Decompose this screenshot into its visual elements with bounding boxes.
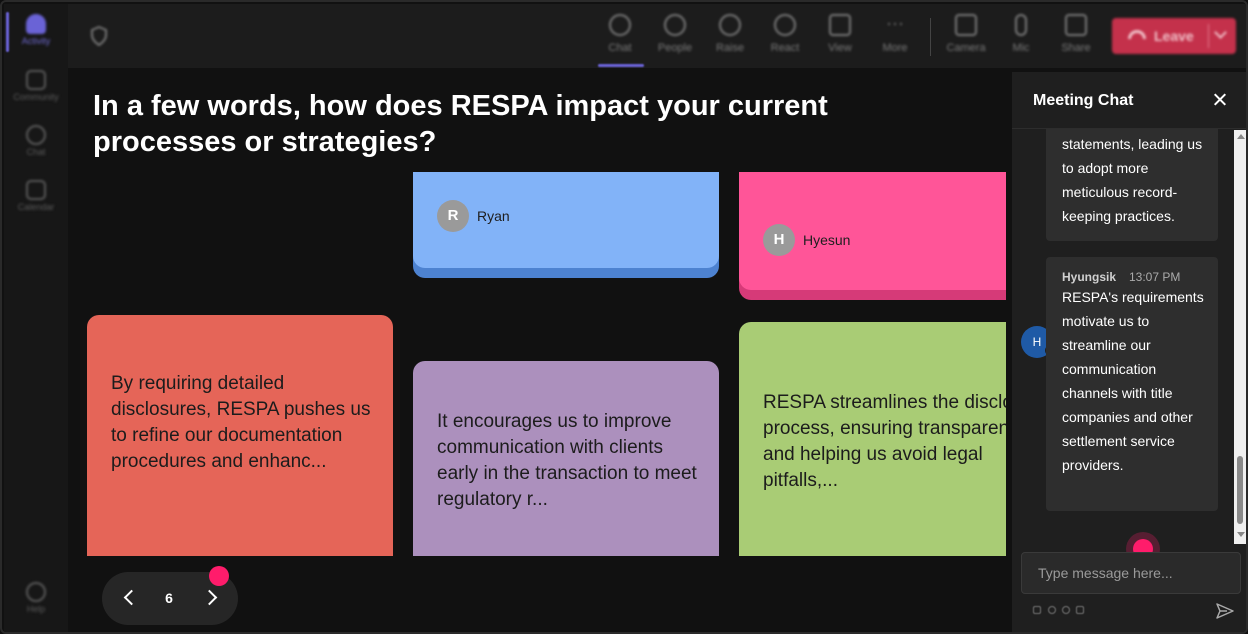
rail-item-calendar[interactable]: Calendar [4,180,68,212]
avatar: R [437,200,469,232]
chat-message-text: statements, leading us to adopt more met… [1062,136,1203,224]
chat-icon [609,14,631,36]
pointer-indicator [209,566,229,586]
rail-item-activity[interactable]: Activity [4,14,68,46]
scroll-up-arrow-icon[interactable] [1237,134,1245,139]
rail-item-help[interactable]: Help [4,582,68,614]
mic-icon [1015,14,1027,36]
chat-message: statements, leading us to adopt more met… [1046,129,1218,241]
response-board: R Ryan H Hyesun By requiring detailed di… [68,172,1006,556]
format-icon[interactable] [1033,606,1041,614]
card-text: It encourages us to improve communicatio… [437,411,697,510]
active-tab-underline [598,64,644,67]
calendar-icon [26,180,46,200]
chat-icon [26,125,46,145]
chevron-left-icon[interactable] [123,589,140,606]
chevron-down-icon[interactable] [1214,26,1227,39]
more-icon: ··· [886,13,904,33]
phone-hangup-icon [1128,30,1146,39]
people-icon [664,14,686,36]
poll-question: In a few words, how does RESPA impact yo… [93,90,828,158]
toolbar-mic-button[interactable]: Mic [998,12,1044,54]
response-card-hyesun[interactable]: H Hyesun [739,172,1006,290]
help-icon [26,582,46,602]
response-card[interactable]: It encourages us to improve communicatio… [413,361,719,556]
avatar: H [763,224,795,256]
close-icon[interactable] [1210,90,1230,110]
chat-message-text: RESPA's requirements motivate us to stre… [1062,289,1204,473]
card-author: Hyesun [803,232,851,248]
rail-item-community[interactable]: Community [4,70,68,102]
community-icon [26,70,46,90]
teams-meeting-window: Activity Community Chat Calendar Help Ch… [0,0,1248,634]
chevron-right-icon[interactable] [201,589,218,606]
chat-message-list: statements, leading us to adopt more met… [1012,129,1234,543]
toolbar-react-button[interactable]: React [762,12,808,54]
toolbar-divider [930,18,931,56]
card-text: RESPA streamlines the disclosure process… [763,392,1006,491]
leave-button-separator [1208,24,1209,48]
meeting-toolbar: Chat People Raise React View ··· More Ca… [68,4,1246,68]
chat-message-input[interactable] [1021,552,1241,594]
grid-icon [829,14,851,36]
smiley-icon [774,14,796,36]
chat-title: Meeting Chat [1033,92,1134,109]
chat-message: Hyungsik 13:07 PM RESPA's requirements m… [1046,257,1218,511]
card-author: Ryan [477,208,510,224]
toolbar-view-button[interactable]: View [817,12,863,54]
response-card[interactable]: By requiring detailed disclosures, RESPA… [87,315,393,556]
page-number: 6 [165,590,173,606]
card-text: By requiring detailed disclosures, RESPA… [111,373,371,472]
gif-icon[interactable] [1076,606,1084,614]
toolbar-camera-button[interactable]: Camera [943,12,989,54]
attach-icon[interactable] [1048,606,1056,614]
camera-icon [955,14,977,36]
scroll-down-arrow-icon[interactable] [1237,532,1245,537]
share-icon [1065,14,1087,36]
emoji-icon[interactable] [1062,606,1070,614]
hand-icon [719,14,741,36]
toolbar-raise-button[interactable]: Raise [707,12,753,54]
response-card-ryan[interactable]: R Ryan [413,172,719,268]
app-rail: Activity Community Chat Calendar Help [4,4,68,632]
leave-button[interactable]: Leave [1112,18,1236,54]
bell-icon [26,14,46,34]
response-card[interactable]: RESPA streamlines the disclosure process… [739,322,1006,556]
chat-scrollbar[interactable] [1234,130,1246,544]
meeting-chat-panel: Meeting Chat statements, leading us to a… [1012,72,1246,632]
scrollbar-thumb[interactable] [1237,456,1243,524]
rail-item-chat[interactable]: Chat [4,125,68,157]
shield-icon[interactable] [90,26,108,46]
toolbar-more-button[interactable]: ··· More [872,12,918,54]
toolbar-people-button[interactable]: People [652,12,698,54]
toolbar-chat-button[interactable]: Chat [597,12,643,54]
send-icon[interactable] [1216,603,1234,619]
toolbar-share-button[interactable]: Share [1053,12,1099,54]
